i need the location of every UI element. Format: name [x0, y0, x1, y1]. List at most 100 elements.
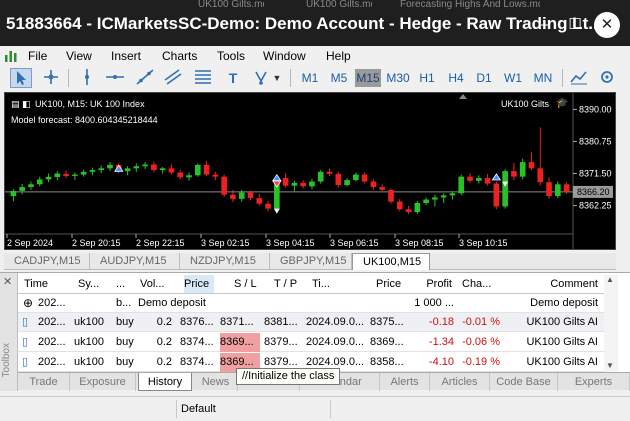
- candle-body: [72, 174, 78, 176]
- menu-bar: File View Insert Charts Tools Window Hel…: [0, 46, 630, 66]
- deal-icon: ▯: [22, 356, 29, 368]
- app-logo-icon[interactable]: [4, 49, 18, 63]
- candle-body: [388, 189, 394, 202]
- chart-tab-audjpy[interactable]: AUDJPY,M15: [90, 253, 180, 270]
- chart-tab-uk100[interactable]: UK100,M15: [352, 253, 430, 270]
- timeframe-w1[interactable]: W1: [500, 69, 526, 87]
- candle-body: [168, 168, 175, 173]
- tab-code-base[interactable]: Code Base: [490, 373, 558, 391]
- menu-file[interactable]: File: [28, 49, 47, 63]
- table-row[interactable]: ▯ 202... uk100 buy 0.2 8376... 8371... 8381... 2…: [18, 313, 604, 332]
- timeframe-h1[interactable]: H1: [415, 69, 439, 87]
- column-symbol[interactable]: Sy...: [78, 275, 106, 293]
- menu-tools[interactable]: Tools: [217, 49, 245, 63]
- column-time[interactable]: Time: [24, 275, 74, 293]
- vertical-line-icon[interactable]: [76, 68, 98, 88]
- table-row[interactable]: ⊕ 202... b... Demo deposit 1 000 ... Dem…: [18, 294, 604, 313]
- status-profile[interactable]: Default: [181, 403, 216, 415]
- column-change[interactable]: Cha...: [462, 275, 492, 293]
- candle-body: [247, 192, 254, 199]
- column-close-price[interactable]: Price: [376, 275, 404, 293]
- plus-circle-icon: ⊕: [23, 296, 34, 310]
- close-icon[interactable]: ✕: [3, 275, 12, 288]
- channels-icon[interactable]: [162, 68, 184, 88]
- candle-body: [186, 175, 192, 178]
- horizontal-line-icon[interactable]: [104, 68, 126, 88]
- candle-body: [335, 173, 342, 185]
- tab-experts[interactable]: Experts: [558, 373, 630, 391]
- timeframe-m5[interactable]: M5: [326, 69, 352, 87]
- column-tp[interactable]: T / P: [274, 275, 304, 293]
- close-button[interactable]: ✕: [594, 12, 620, 38]
- text-icon[interactable]: T: [222, 68, 244, 88]
- x-tick-label: 3 Sep 04:15: [266, 238, 315, 248]
- vertical-scrollbar[interactable]: ▲ ▼: [604, 275, 618, 373]
- trendline-icon[interactable]: [134, 68, 156, 88]
- cursor-icon[interactable]: [10, 68, 32, 88]
- cell-price: 8376...: [180, 316, 214, 328]
- tab-trade[interactable]: Trade: [18, 373, 70, 391]
- column-price[interactable]: Price: [184, 275, 214, 293]
- candle-body: [142, 164, 148, 167]
- menu-window[interactable]: Window: [263, 49, 306, 63]
- menu-view[interactable]: View: [66, 49, 92, 63]
- candle-body: [63, 173, 69, 176]
- tab-history[interactable]: History: [138, 373, 192, 391]
- menu-help[interactable]: Help: [326, 49, 351, 63]
- table-row[interactable]: ▯ 202... uk100 buy 0.2 8374... 8369... 8379... 2…: [18, 333, 604, 352]
- price-chart[interactable]: 8390.00 8380.75 8371.50 8362.25 8366.20 2 Sep…: [4, 92, 616, 250]
- fibonacci-icon[interactable]: [192, 68, 214, 88]
- timeframe-d1[interactable]: D1: [472, 69, 496, 87]
- timeframe-mn[interactable]: MN: [529, 69, 557, 87]
- tab-articles[interactable]: Articles: [430, 373, 490, 391]
- settings-icon[interactable]: [596, 68, 618, 88]
- column-sl[interactable]: S / L: [234, 275, 264, 293]
- chevron-down-icon[interactable]: ▼: [270, 68, 284, 88]
- candle-body: [230, 194, 236, 199]
- scroll-down-icon[interactable]: ▼: [606, 361, 614, 370]
- menu-charts[interactable]: Charts: [162, 49, 197, 63]
- scroll-up-icon[interactable]: ▲: [606, 275, 614, 284]
- crosshair-icon[interactable]: [40, 68, 62, 88]
- candle-body: [370, 181, 377, 188]
- timeframe-m15[interactable]: M15: [355, 69, 381, 87]
- candle-body: [511, 171, 517, 177]
- table-header: Time Sy... ... Vol... Price S / L T / P …: [18, 273, 604, 294]
- line-chart-icon[interactable]: [568, 68, 590, 88]
- tab-exposure[interactable]: Exposure: [70, 373, 136, 391]
- candle-body: [467, 176, 473, 181]
- title-bar[interactable]: UK100 Gilts.mq5 UK100 Gilts.mq5 Forecast…: [0, 0, 630, 50]
- tab-news[interactable]: News: [194, 373, 238, 391]
- background-tab[interactable]: UK100 Gilts.mq5: [198, 0, 264, 10]
- column-volume[interactable]: Vol...: [140, 275, 170, 293]
- timeframe-m30[interactable]: M30: [384, 69, 412, 87]
- shapes-icon[interactable]: [250, 68, 272, 88]
- x-tick-label: 2 Sep 20:15: [72, 238, 121, 248]
- maximize-button[interactable]: ☐: [560, 12, 590, 38]
- background-tab[interactable]: UK100 Gilts.mq5: [306, 0, 372, 10]
- column-type[interactable]: ...: [116, 275, 134, 293]
- column-comment[interactable]: Comment: [538, 275, 598, 293]
- timeframe-m1[interactable]: M1: [297, 69, 323, 87]
- tab-alerts[interactable]: Alerts: [380, 373, 430, 391]
- candle-body: [28, 184, 34, 188]
- chart-tab-gbpjpy[interactable]: GBPJPY,M15: [270, 253, 352, 270]
- minimize-button[interactable]: –: [530, 12, 560, 38]
- column-close-time[interactable]: Ti...: [312, 275, 342, 293]
- column-profit[interactable]: Profit: [414, 275, 452, 293]
- background-tab[interactable]: Forecasting Highs And Lows.mq5: [400, 0, 540, 10]
- x-tick-label: 3 Sep 06:15: [330, 238, 379, 248]
- candle-body: [36, 179, 43, 185]
- menu-insert[interactable]: Insert: [111, 49, 141, 63]
- expert-label[interactable]: UK100 Gilts: [501, 99, 549, 109]
- y-tick-label: 8390.00: [579, 104, 612, 114]
- candle-body: [317, 171, 324, 182]
- cell-profit: 1 000 ...: [414, 297, 454, 309]
- chart-tab-nzdjpy[interactable]: NZDJPY,M15: [180, 253, 270, 270]
- candle-body: [432, 197, 438, 200]
- chart-header-icon[interactable]: ▤ ◧: [11, 99, 31, 110]
- timeframe-h4[interactable]: H4: [443, 69, 469, 87]
- y-tick-label: 8362.25: [579, 201, 612, 211]
- y-tick-label: 8380.75: [579, 136, 612, 146]
- chart-tab-cadjpy[interactable]: CADJPY,M15: [4, 253, 90, 270]
